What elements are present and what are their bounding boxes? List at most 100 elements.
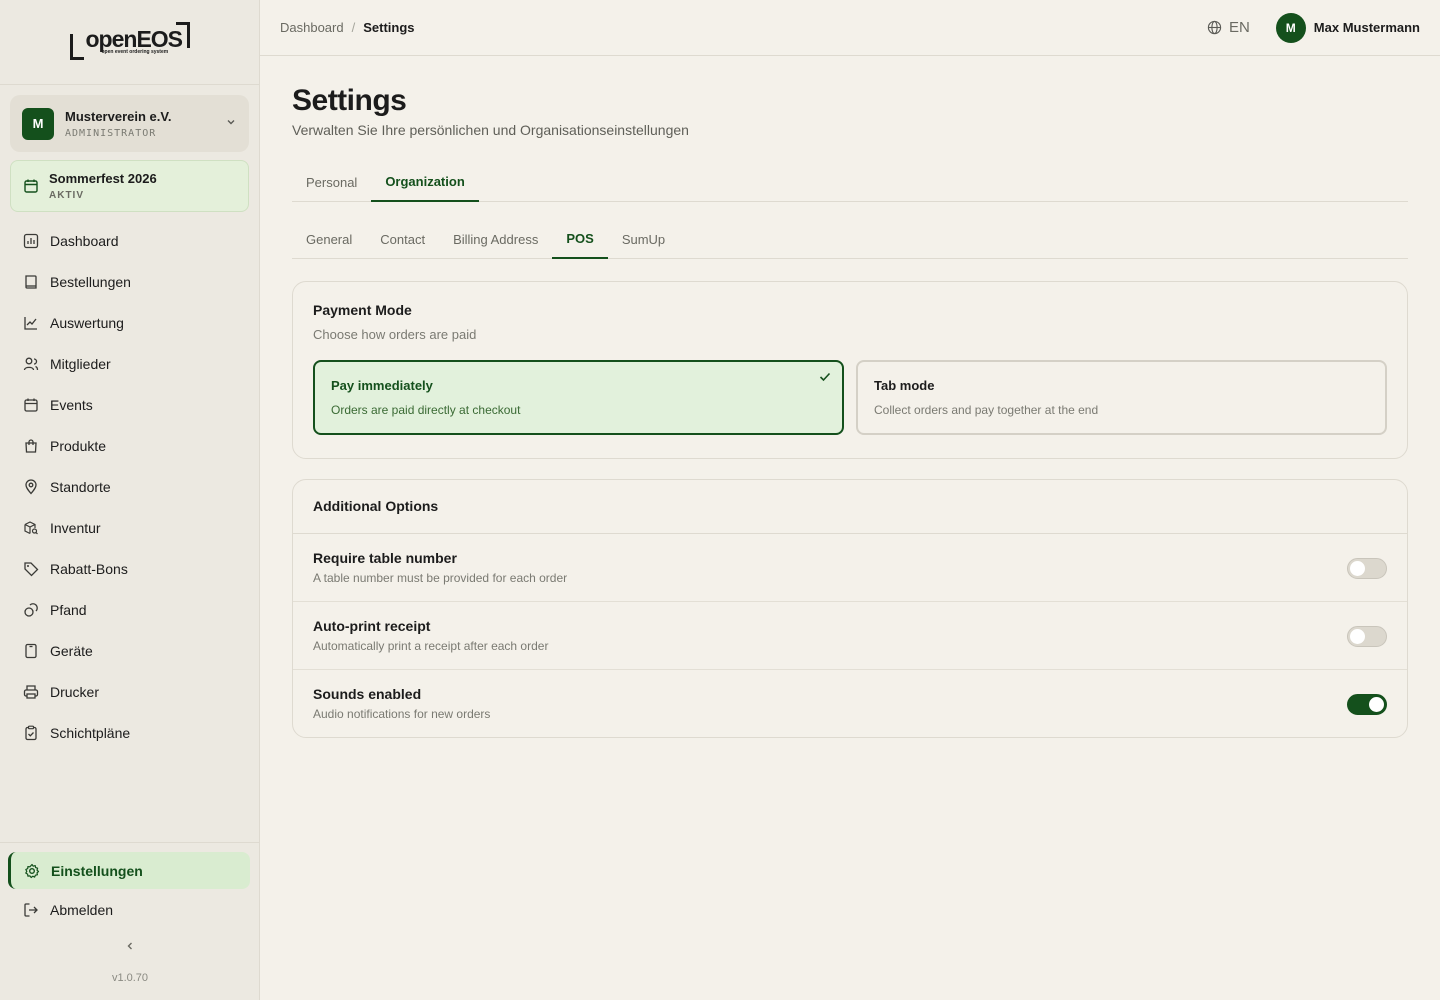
page-title: Settings: [292, 84, 407, 117]
option-description: Audio notifications for new orders: [313, 707, 491, 721]
app-version: v1.0.70: [111, 972, 149, 984]
top-bar: Dashboard / Settings EN M Max Mustermann: [260, 0, 1440, 56]
language-label: EN: [1228, 19, 1250, 36]
org-avatar: M: [22, 107, 54, 140]
nav-label: Inventur: [50, 519, 101, 536]
sounds-enabled-toggle[interactable]: [1347, 694, 1387, 715]
printer-icon: [22, 683, 40, 701]
trend-icon: [22, 314, 40, 332]
chart-icon: [22, 232, 40, 250]
globe-icon: [1207, 20, 1222, 35]
option-auto-print-receipt: Auto-print receipt Automatically print a…: [293, 602, 1407, 670]
subtab-general[interactable]: General: [292, 219, 366, 259]
nav-label: Geräte: [50, 642, 93, 659]
nav-label: Standorte: [50, 478, 111, 495]
nav-item-einstellungen[interactable]: Einstellungen: [8, 852, 250, 889]
nav-label: Bestellungen: [50, 273, 131, 290]
sidebar: openEOS open event ordering system M Mus…: [0, 0, 260, 1000]
option-title: Auto-print receipt: [313, 618, 431, 634]
breadcrumb-separator: /: [351, 20, 356, 35]
nav-item-produkte[interactable]: Produkte: [10, 425, 249, 466]
subtab-contact[interactable]: Contact: [366, 219, 439, 259]
event-status: AKTIV: [49, 190, 84, 201]
option-sounds-enabled: Sounds enabled Audio notifications for n…: [293, 670, 1407, 738]
auto-print-receipt-toggle[interactable]: [1347, 626, 1387, 647]
nav-label: Pfand: [50, 601, 87, 618]
nav-item-schichtplaene[interactable]: Schichtpläne: [10, 712, 249, 753]
nav-item-pfand[interactable]: Pfand: [10, 589, 249, 630]
mode-description: Collect orders and pay together at the e…: [874, 403, 1099, 417]
nav-item-abmelden[interactable]: Abmelden: [10, 889, 249, 930]
nav-label: Mitglieder: [50, 355, 111, 372]
device-icon: [22, 642, 40, 660]
org-role: ADMINISTRATOR: [65, 127, 157, 139]
users-icon: [22, 355, 40, 373]
payment-mode-tab-mode[interactable]: Tab mode Collect orders and pay together…: [856, 360, 1387, 435]
payment-mode-pay-immediately[interactable]: Pay immediately Orders are paid directly…: [313, 360, 844, 435]
subtab-sumup[interactable]: SumUp: [608, 219, 679, 259]
mode-title: Pay immediately: [331, 378, 433, 393]
bag-icon: [22, 437, 40, 455]
nav-label: Rabatt-Bons: [50, 560, 128, 577]
breadcrumb-dashboard[interactable]: Dashboard: [280, 20, 344, 35]
event-name: Sommerfest 2026: [49, 171, 157, 186]
option-description: A table number must be provided for each…: [313, 571, 568, 585]
nav-label: Auswertung: [50, 314, 124, 331]
payment-mode-card: Payment Mode Choose how orders are paid …: [292, 281, 1408, 459]
openeos-logo[interactable]: openEOS open event ordering system: [69, 22, 190, 62]
sidebar-footer: Einstellungen Abmelden v1.0.70: [0, 842, 260, 984]
nav-label: Dashboard: [50, 232, 119, 249]
calendar-icon: [22, 396, 40, 414]
nav-item-events[interactable]: Events: [10, 384, 249, 425]
logout-icon: [22, 901, 40, 919]
collapse-sidebar-button[interactable]: [120, 939, 140, 959]
tab-organization[interactable]: Organization: [371, 162, 479, 202]
breadcrumb-current: Settings: [363, 20, 415, 35]
nav-label: Einstellungen: [51, 862, 143, 879]
gear-icon: [23, 862, 41, 880]
nav-item-mitglieder[interactable]: Mitglieder: [10, 343, 249, 384]
nav-label: Produkte: [50, 437, 107, 454]
box-search-icon: [22, 519, 40, 537]
option-title: Require table number: [313, 550, 457, 566]
user-name[interactable]: Max Mustermann: [1314, 20, 1420, 35]
nav-item-inventur[interactable]: Inventur: [10, 507, 249, 548]
pin-icon: [22, 478, 40, 496]
logo-area: openEOS open event ordering system: [0, 0, 259, 85]
book-icon: [22, 273, 40, 291]
nav-item-geraete[interactable]: Geräte: [10, 630, 249, 671]
calendar-icon: [24, 179, 38, 193]
subtab-pos[interactable]: POS: [552, 219, 608, 259]
main-nav: Dashboard Bestellungen Auswertung Mitgli…: [10, 220, 249, 753]
nav-item-bestellungen[interactable]: Bestellungen: [10, 261, 249, 302]
mode-description: Orders are paid directly at checkout: [331, 403, 521, 417]
coins-icon: [22, 601, 40, 619]
mode-title: Tab mode: [874, 378, 935, 393]
nav-item-auswertung[interactable]: Auswertung: [10, 302, 249, 343]
active-event-card[interactable]: Sommerfest 2026 AKTIV: [10, 160, 249, 212]
tag-icon: [22, 560, 40, 578]
option-require-table-number: Require table number A table number must…: [293, 534, 1407, 602]
additional-options-card: Additional Options Require table number …: [292, 479, 1408, 738]
additional-options-title: Additional Options: [313, 498, 439, 514]
logo-tagline: open event ordering system: [101, 49, 169, 55]
language-switcher[interactable]: EN: [1207, 19, 1250, 36]
settings-page: Settings Verwalten Sie Ihre persönlichen…: [292, 56, 1408, 738]
tab-personal[interactable]: Personal: [292, 162, 371, 202]
nav-item-dashboard[interactable]: Dashboard: [10, 220, 249, 261]
clipboard-check-icon: [22, 724, 40, 742]
nav-item-drucker[interactable]: Drucker: [10, 671, 249, 712]
nav-item-standorte[interactable]: Standorte: [10, 466, 249, 507]
settings-tabs: Personal Organization: [292, 162, 1408, 202]
nav-label: Events: [50, 396, 93, 413]
subtab-billing-address[interactable]: Billing Address: [439, 219, 552, 259]
require-table-number-toggle[interactable]: [1347, 558, 1387, 579]
org-switcher[interactable]: M Musterverein e.V. ADMINISTRATOR: [10, 95, 249, 152]
page-subtitle: Verwalten Sie Ihre persönlichen und Orga…: [292, 122, 689, 138]
option-title: Sounds enabled: [313, 686, 422, 702]
chevron-down-icon: [225, 116, 237, 131]
user-avatar[interactable]: M: [1275, 12, 1306, 43]
payment-mode-subtitle: Choose how orders are paid: [313, 327, 477, 342]
nav-item-rabatt-bons[interactable]: Rabatt-Bons: [10, 548, 249, 589]
nav-label: Drucker: [50, 683, 100, 700]
